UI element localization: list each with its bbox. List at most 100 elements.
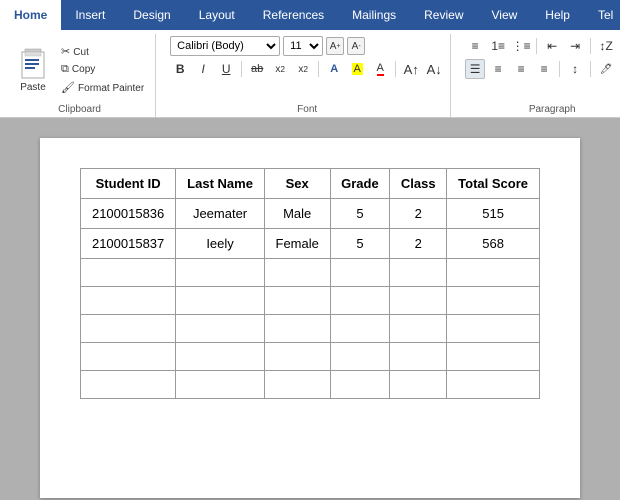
table-cell-0-4[interactable]: 2 <box>390 199 447 229</box>
table-cell-4-0[interactable] <box>81 315 176 343</box>
para-align-row: ☰ ≡ ≡ ≡ ↕ 🖊 ⊞ <box>465 59 620 79</box>
paste-icon <box>19 47 47 81</box>
tab-view[interactable]: View <box>478 0 532 30</box>
table-cell-5-3[interactable] <box>330 343 390 371</box>
ribbon-bar: Paste ✂ Cut ⧉ Copy 🖌 Format Painter Clip… <box>0 30 620 118</box>
table-cell-3-5[interactable] <box>447 287 540 315</box>
table-row: 2100015837IeelyFemale52568 <box>81 229 540 259</box>
tab-tel[interactable]: Tel <box>584 0 620 30</box>
table-cell-0-2[interactable]: Male <box>264 199 330 229</box>
line-spacing-button[interactable]: ↕ <box>565 59 585 79</box>
table-cell-0-5[interactable]: 515 <box>447 199 540 229</box>
table-cell-5-5[interactable] <box>447 343 540 371</box>
font-name-select[interactable]: Calibri (Body) <box>170 36 280 56</box>
font-color-button[interactable]: A <box>370 59 390 79</box>
increase-indent-para-button[interactable]: ⇥ <box>565 36 585 56</box>
para-list-row: ≡ 1≡ ⋮≡ ⇤ ⇥ ↕Z ¶ <box>465 36 620 56</box>
copy-button[interactable]: ⧉ Copy <box>56 61 149 78</box>
table-cell-4-2[interactable] <box>264 315 330 343</box>
table-cell-4-4[interactable] <box>390 315 447 343</box>
bold-button[interactable]: B <box>170 59 190 79</box>
table-cell-0-0[interactable]: 2100015836 <box>81 199 176 229</box>
table-cell-4-5[interactable] <box>447 315 540 343</box>
decrease-indent-para-button[interactable]: ⇤ <box>542 36 562 56</box>
align-center-button[interactable]: ≡ <box>488 59 508 79</box>
increase-indent-button[interactable]: A↑ <box>401 59 421 79</box>
numbering-button[interactable]: 1≡ <box>488 36 508 56</box>
tab-help[interactable]: Help <box>531 0 584 30</box>
table-cell-2-5[interactable] <box>447 259 540 287</box>
table-cell-1-0[interactable]: 2100015837 <box>81 229 176 259</box>
clipboard-group-content: Paste ✂ Cut ⧉ Copy 🖌 Format Painter <box>10 36 149 102</box>
tab-layout[interactable]: Layout <box>185 0 249 30</box>
tab-references[interactable]: References <box>249 0 338 30</box>
table-cell-5-1[interactable] <box>176 343 265 371</box>
table-cell-6-2[interactable] <box>264 371 330 399</box>
justify-button[interactable]: ≡ <box>534 59 554 79</box>
table-cell-4-3[interactable] <box>330 315 390 343</box>
table-cell-5-4[interactable] <box>390 343 447 371</box>
tab-insert[interactable]: Insert <box>61 0 119 30</box>
data-table: Student ID Last Name Sex Grade Class Tot… <box>80 168 540 399</box>
table-cell-2-4[interactable] <box>390 259 447 287</box>
table-cell-2-1[interactable] <box>176 259 265 287</box>
superscript-button[interactable]: x2 <box>293 59 313 79</box>
decrease-font-button[interactable]: A- <box>347 37 365 55</box>
table-cell-0-1[interactable]: Jeemater <box>176 199 265 229</box>
table-cell-2-3[interactable] <box>330 259 390 287</box>
table-cell-6-1[interactable] <box>176 371 265 399</box>
bullets-button[interactable]: ≡ <box>465 36 485 56</box>
table-header-row: Student ID Last Name Sex Grade Class Tot… <box>81 169 540 199</box>
table-cell-6-5[interactable] <box>447 371 540 399</box>
font-size-select[interactable]: 11 <box>283 36 323 56</box>
tab-review[interactable]: Review <box>410 0 477 30</box>
tab-home[interactable]: Home <box>0 0 61 30</box>
highlight-button[interactable]: A <box>347 59 367 79</box>
table-cell-1-1[interactable]: Ieely <box>176 229 265 259</box>
italic-button[interactable]: I <box>193 59 213 79</box>
table-cell-3-0[interactable] <box>81 287 176 315</box>
table-cell-2-2[interactable] <box>264 259 330 287</box>
tab-design[interactable]: Design <box>119 0 184 30</box>
font-group: Calibri (Body) 11 A+ A- B I U ab x2 x2 <box>164 34 451 117</box>
document-area[interactable]: Student ID Last Name Sex Grade Class Tot… <box>0 118 620 500</box>
table-cell-6-0[interactable] <box>81 371 176 399</box>
table-cell-3-3[interactable] <box>330 287 390 315</box>
underline-button[interactable]: U <box>216 59 236 79</box>
table-cell-1-3[interactable]: 5 <box>330 229 390 259</box>
text-effect-button[interactable]: A <box>324 59 344 79</box>
table-cell-1-4[interactable]: 2 <box>390 229 447 259</box>
table-cell-6-4[interactable] <box>390 371 447 399</box>
subscript-button[interactable]: x2 <box>270 59 290 79</box>
tab-mailings[interactable]: Mailings <box>338 0 410 30</box>
table-cell-1-2[interactable]: Female <box>264 229 330 259</box>
sort-button[interactable]: ↕Z <box>596 36 616 56</box>
align-right-button[interactable]: ≡ <box>511 59 531 79</box>
table-body: 2100015836JeematerMale525152100015837Iee… <box>81 199 540 399</box>
format-painter-button[interactable]: 🖌 Format Painter <box>56 79 149 96</box>
align-left-button[interactable]: ☰ <box>465 59 485 79</box>
table-cell-3-4[interactable] <box>390 287 447 315</box>
paragraph-group: ≡ 1≡ ⋮≡ ⇤ ⇥ ↕Z ¶ ☰ ≡ ≡ ≡ ↕ <box>459 34 620 117</box>
multilevel-list-button[interactable]: ⋮≡ <box>511 36 531 56</box>
table-cell-6-3[interactable] <box>330 371 390 399</box>
increase-font-button[interactable]: A+ <box>326 37 344 55</box>
table-cell-4-1[interactable] <box>176 315 265 343</box>
table-cell-5-2[interactable] <box>264 343 330 371</box>
shading-button[interactable]: 🖊 <box>596 59 616 79</box>
table-cell-3-1[interactable] <box>176 287 265 315</box>
table-cell-5-0[interactable] <box>81 343 176 371</box>
app-window: Home Insert Design Layout References Mai… <box>0 0 620 500</box>
table-cell-1-5[interactable]: 568 <box>447 229 540 259</box>
table-cell-3-2[interactable] <box>264 287 330 315</box>
separator-font-1 <box>241 61 242 77</box>
cut-button[interactable]: ✂ Cut <box>56 43 149 60</box>
decrease-indent-button[interactable]: A↓ <box>424 59 444 79</box>
strikethrough-button[interactable]: ab <box>247 59 267 79</box>
clipboard-group: Paste ✂ Cut ⧉ Copy 🖌 Format Painter Clip… <box>4 34 156 117</box>
paste-button[interactable]: Paste <box>10 43 56 96</box>
table-cell-2-0[interactable] <box>81 259 176 287</box>
separator-font-2 <box>318 61 319 77</box>
table-cell-0-3[interactable]: 5 <box>330 199 390 229</box>
font-name-row: Calibri (Body) 11 A+ A- <box>170 36 365 56</box>
